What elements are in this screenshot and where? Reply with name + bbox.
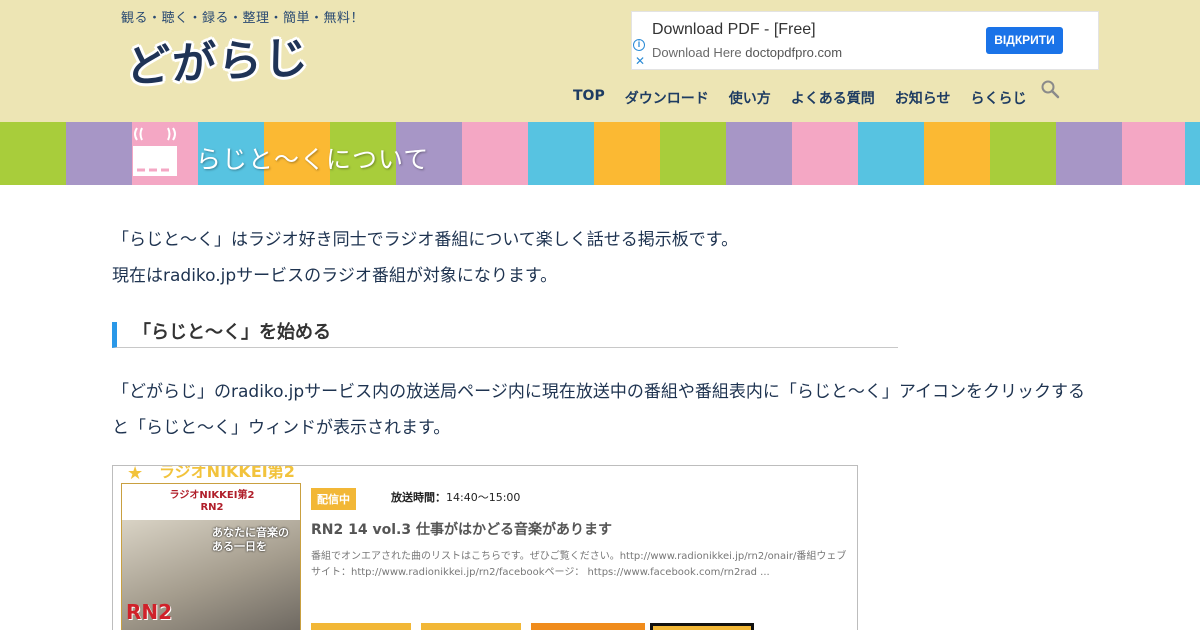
ad-close-icon[interactable]: ✕	[635, 54, 645, 68]
action-button-3[interactable]	[531, 623, 645, 630]
radio-icon	[133, 127, 177, 176]
banner-stripe	[1122, 122, 1185, 185]
thumb-caption-line2: ある一日を	[212, 540, 267, 553]
action-button-2[interactable]	[421, 623, 521, 630]
airtime: 放送時間：14:40〜15:00	[391, 489, 520, 505]
thumb-photo: あなたに音楽の ある一日を RN2	[122, 520, 300, 630]
banner-stripe	[924, 122, 990, 185]
banner-stripe	[1185, 122, 1200, 185]
thumb-rn2-mark: RN2	[126, 600, 173, 624]
site-logo[interactable]: どがらじ	[126, 21, 310, 95]
ad-subtitle: Download Here doctopdfpro.com	[652, 45, 842, 60]
thumb-logo-line2: RN2	[200, 502, 224, 513]
example-screenshot: ★ ラジオNIKKEI第2 ラジオNIKKEI第2 RN2 あなたに音楽の ある…	[112, 465, 858, 630]
main-nav: TOP ダウンロード 使い方 よくある質問 お知らせ らくらじ	[573, 88, 1046, 108]
site-tagline: 観る・聴く・録る・整理・簡単・無料！	[121, 11, 365, 26]
station-name: ラジオNIKKEI第2	[159, 465, 295, 481]
program-title: RN2 14 vol.3 仕事がはかどる音楽があります	[311, 522, 612, 538]
banner-stripe	[66, 122, 132, 185]
banner-stripe	[990, 122, 1056, 185]
airtime-value: 14:40〜15:00	[446, 491, 521, 504]
banner-stripe	[462, 122, 528, 185]
live-badge: 配信中	[311, 488, 356, 510]
thumb-logo-line1: ラジオNIKKEI第2	[169, 490, 255, 501]
program-description: 番組でオンエアされた曲のリストはこちらです。ぜひご覧ください。http://ww…	[311, 551, 847, 578]
thumb-logo: ラジオNIKKEI第2 RN2	[122, 484, 300, 520]
banner-stripe	[858, 122, 924, 185]
search-icon[interactable]	[1040, 79, 1060, 99]
banner-stripe	[528, 122, 594, 185]
section-heading: 「らじと～く」を始める	[112, 322, 898, 348]
page-banner	[0, 122, 1200, 185]
intro-paragraph: 「らじと～く」はラジオ好き同士でラジオ番組について楽しく話せる掲示板です。 現在…	[112, 222, 738, 294]
intro-line-1: 「らじと～く」はラジオ好き同士でラジオ番組について楽しく話せる掲示板です。	[112, 230, 739, 250]
banner-stripe	[594, 122, 660, 185]
nav-item-download[interactable]: ダウンロード	[625, 88, 709, 108]
ad-banner[interactable]: i ✕ Download PDF - [Free] Download Here …	[631, 11, 1099, 70]
nav-item-top[interactable]: TOP	[573, 88, 605, 108]
ad-info-icon[interactable]: i	[633, 39, 645, 51]
section-paragraph: 「どがらじ」のradiko.jpサービス内の放送局ページ内に現在放送中の番組や番…	[112, 382, 1085, 438]
banner-stripe	[0, 122, 66, 185]
action-button-1[interactable]	[311, 623, 411, 630]
ad-open-button[interactable]: ВІДКРИТИ	[986, 27, 1063, 54]
thumb-caption: あなたに音楽の ある一日を	[212, 526, 289, 554]
banner-stripe	[1056, 122, 1122, 185]
program-thumbnail: ラジオNIKKEI第2 RN2 あなたに音楽の ある一日を RN2	[121, 483, 301, 630]
action-button-4[interactable]	[650, 623, 754, 630]
ad-sub-domain: doctopdfpro.com	[745, 45, 843, 60]
page-title: らじと～くについて	[196, 145, 430, 174]
ad-sub-prefix: Download Here	[652, 45, 742, 60]
nav-item-news[interactable]: お知らせ	[895, 88, 951, 108]
thumb-caption-line1: あなたに音楽の	[212, 526, 289, 539]
airtime-label: 放送時間：	[391, 491, 446, 504]
nav-item-usage[interactable]: 使い方	[729, 88, 771, 108]
nav-item-faq[interactable]: よくある質問	[791, 88, 875, 108]
intro-line-2: 現在はradiko.jpサービスのラジオ番組が対象になります。	[112, 266, 558, 286]
banner-stripe	[726, 122, 792, 185]
banner-stripe	[792, 122, 858, 185]
banner-stripe	[660, 122, 726, 185]
ad-title[interactable]: Download PDF - [Free]	[652, 21, 816, 39]
star-icon: ★	[127, 465, 144, 484]
nav-item-rakuraji[interactable]: らくらじ	[970, 88, 1026, 108]
